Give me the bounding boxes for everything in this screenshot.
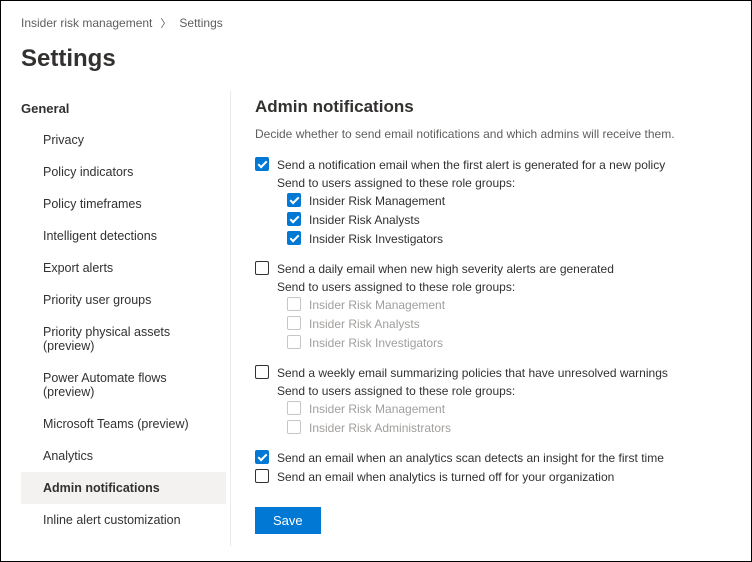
sidebar-item-analytics[interactable]: Analytics <box>21 440 226 472</box>
sidebar-item-policy-indicators[interactable]: Policy indicators <box>21 156 226 188</box>
panel-description: Decide whether to send email notificatio… <box>255 127 731 141</box>
breadcrumb-root[interactable]: Insider risk management <box>21 16 152 30</box>
save-button[interactable]: Save <box>255 507 321 534</box>
checkbox-role-insider-risk-investigators <box>287 335 301 349</box>
sidebar-item-inline-alert-customization[interactable]: Inline alert customization <box>21 504 226 536</box>
checkbox-role-insider-risk-analysts[interactable] <box>287 212 301 226</box>
checkbox-role-insider-risk-investigators[interactable] <box>287 231 301 245</box>
option-weekly-email: Send a weekly email summarizing policies… <box>255 365 731 436</box>
label-weekly-email: Send a weekly email summarizing policies… <box>277 365 668 381</box>
checkbox-daily-email[interactable] <box>255 261 269 275</box>
breadcrumb-current: Settings <box>179 16 222 30</box>
checkbox-weekly-email[interactable] <box>255 365 269 379</box>
sidebar-item-priority-user-groups[interactable]: Priority user groups <box>21 284 226 316</box>
option-daily-email: Send a daily email when new high severit… <box>255 261 731 351</box>
sendto-label: Send to users assigned to these role gro… <box>255 176 731 190</box>
sidebar-item-microsoft-teams-preview-[interactable]: Microsoft Teams (preview) <box>21 408 226 440</box>
checkbox-role-insider-risk-management[interactable] <box>287 193 301 207</box>
option-first-alert: Send a notification email when the first… <box>255 157 731 247</box>
sidebar-item-priority-physical-assets-preview-[interactable]: Priority physical assets (preview) <box>21 316 226 362</box>
label-first-alert: Send a notification email when the first… <box>277 157 665 173</box>
checkbox-analytics-insight[interactable] <box>255 450 269 464</box>
label-analytics-off: Send an email when analytics is turned o… <box>277 469 614 485</box>
sendto-label: Send to users assigned to these role gro… <box>255 384 731 398</box>
page-title: Settings <box>1 39 751 91</box>
sidebar-item-intelligent-detections[interactable]: Intelligent detections <box>21 220 226 252</box>
label-role: Insider Risk Administrators <box>309 420 451 436</box>
label-role: Insider Risk Analysts <box>309 316 420 332</box>
checkbox-role-insider-risk-administrators <box>287 420 301 434</box>
label-role: Insider Risk Investigators <box>309 335 443 351</box>
label-role: Insider Risk Investigators <box>309 231 443 247</box>
sendto-label: Send to users assigned to these role gro… <box>255 280 731 294</box>
label-role: Insider Risk Management <box>309 297 445 313</box>
chevron-right-icon: 〉 <box>160 15 171 31</box>
breadcrumb: Insider risk management 〉 Settings <box>1 15 751 39</box>
main-panel: Admin notifications Decide whether to se… <box>231 91 751 546</box>
sidebar-section-general[interactable]: General <box>21 91 226 124</box>
checkbox-role-insider-risk-analysts <box>287 316 301 330</box>
checkbox-first-alert[interactable] <box>255 157 269 171</box>
checkbox-role-insider-risk-management <box>287 297 301 311</box>
label-role: Insider Risk Analysts <box>309 212 420 228</box>
option-analytics: Send an email when an analytics scan det… <box>255 450 731 485</box>
sidebar-item-admin-notifications[interactable]: Admin notifications <box>21 472 226 504</box>
sidebar-item-policy-timeframes[interactable]: Policy timeframes <box>21 188 226 220</box>
sidebar-item-privacy[interactable]: Privacy <box>21 124 226 156</box>
checkbox-analytics-off[interactable] <box>255 469 269 483</box>
label-analytics-insight: Send an email when an analytics scan det… <box>277 450 664 466</box>
label-role: Insider Risk Management <box>309 193 445 209</box>
sidebar-item-power-automate-flows-preview-[interactable]: Power Automate flows (preview) <box>21 362 226 408</box>
checkbox-role-insider-risk-management <box>287 401 301 415</box>
sidebar: General PrivacyPolicy indicatorsPolicy t… <box>21 91 231 546</box>
label-daily-email: Send a daily email when new high severit… <box>277 261 614 277</box>
sidebar-item-export-alerts[interactable]: Export alerts <box>21 252 226 284</box>
label-role: Insider Risk Management <box>309 401 445 417</box>
panel-heading: Admin notifications <box>255 97 731 117</box>
